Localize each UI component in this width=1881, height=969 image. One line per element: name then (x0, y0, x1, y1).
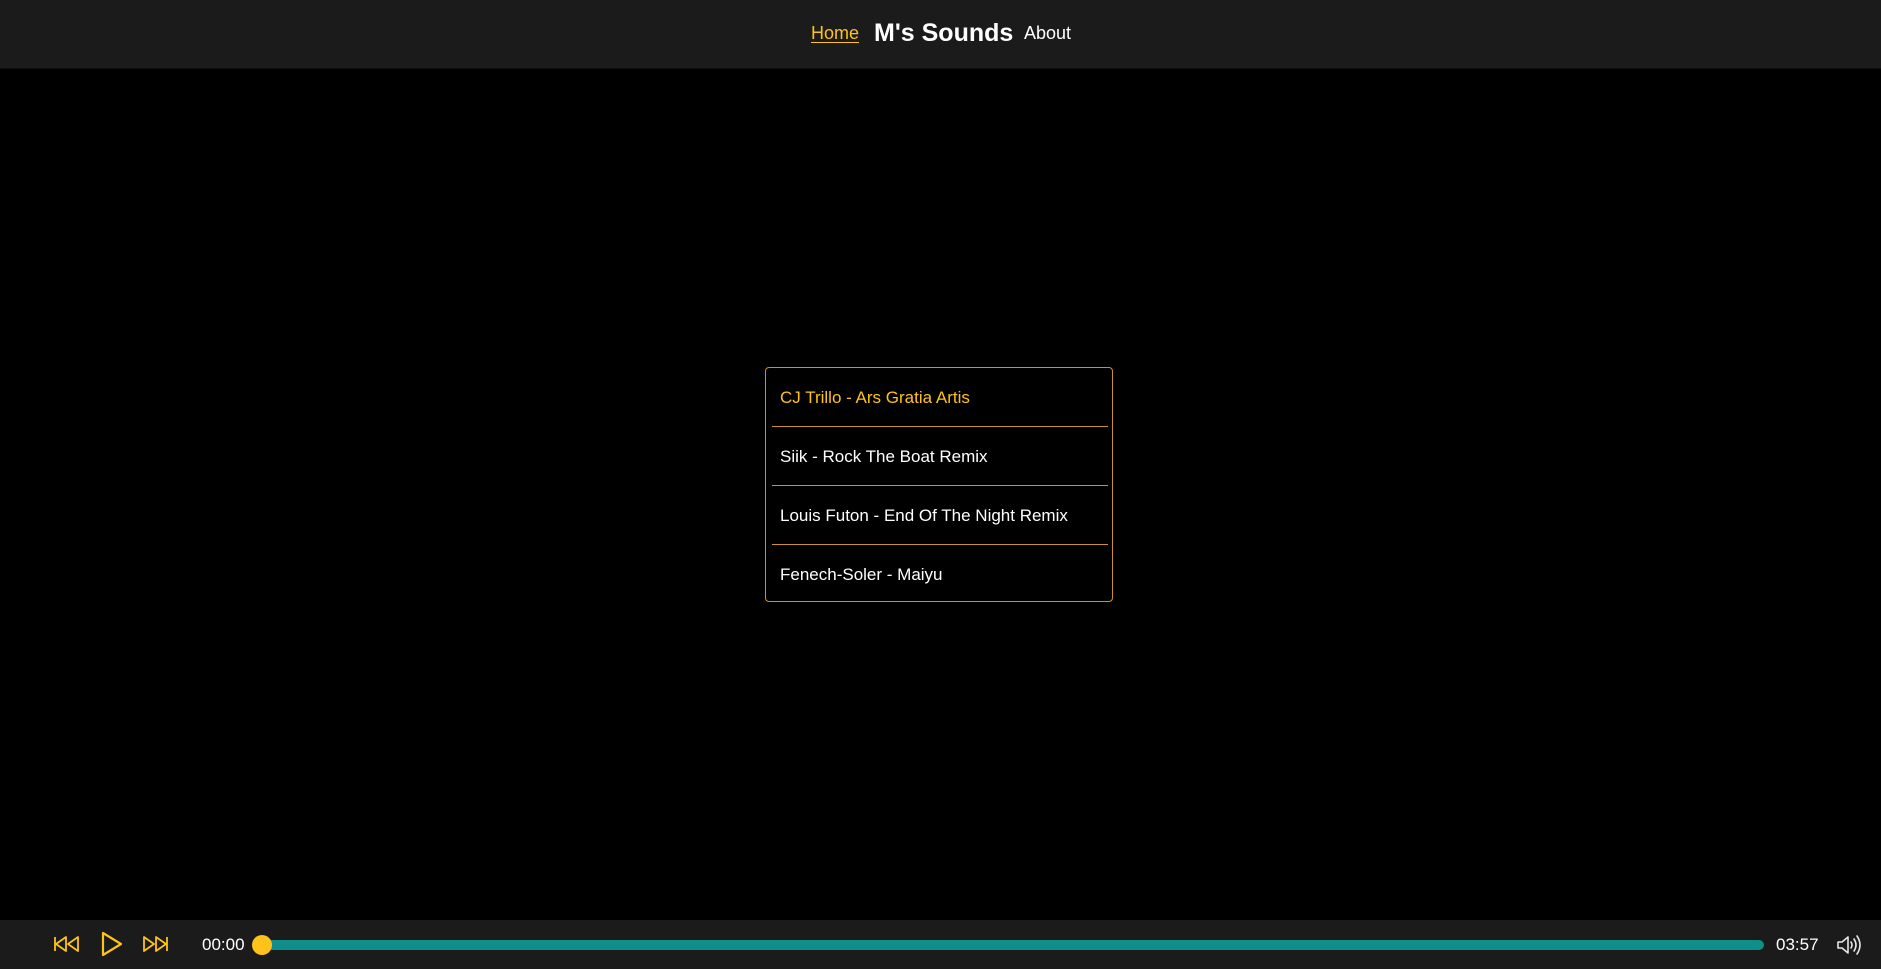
track-title: Louis Futon - End Of The Night Remix (780, 506, 1068, 525)
site-title[interactable]: M's Sounds (874, 19, 1013, 48)
previous-track-button[interactable] (52, 929, 82, 959)
volume-button[interactable] (1835, 932, 1861, 958)
playlist-item[interactable]: Louis Futon - End Of The Night Remix (772, 487, 1108, 545)
volume-icon (1837, 935, 1861, 955)
play-button[interactable] (96, 929, 126, 959)
nav-link-home[interactable]: Home (811, 23, 859, 44)
total-duration: 03:57 (1776, 935, 1819, 954)
track-title: CJ Trillo - Ars Gratia Artis (780, 388, 970, 407)
current-time: 00:00 (202, 935, 245, 954)
audio-player-bar: 00:00 03:57 (0, 920, 1881, 969)
fast-forward-icon (143, 936, 168, 952)
progress-handle[interactable] (252, 935, 272, 955)
play-icon (101, 931, 123, 957)
progress-bar[interactable] (252, 935, 1764, 955)
top-navbar: Home M's Sounds About (0, 0, 1881, 69)
playlist-item[interactable]: CJ Trillo - Ars Gratia Artis (772, 369, 1108, 427)
next-track-button[interactable] (140, 929, 170, 959)
track-title: Fenech-Soler - Maiyu (780, 565, 943, 584)
nav-link-about[interactable]: About (1024, 23, 1071, 44)
playlist: CJ Trillo - Ars Gratia Artis Siik - Rock… (765, 367, 1113, 602)
playlist-item[interactable]: Fenech-Soler - Maiyu (772, 546, 1108, 604)
rewind-icon (54, 936, 79, 952)
playlist-item[interactable]: Siik - Rock The Boat Remix (772, 428, 1108, 486)
track-title: Siik - Rock The Boat Remix (780, 447, 988, 466)
